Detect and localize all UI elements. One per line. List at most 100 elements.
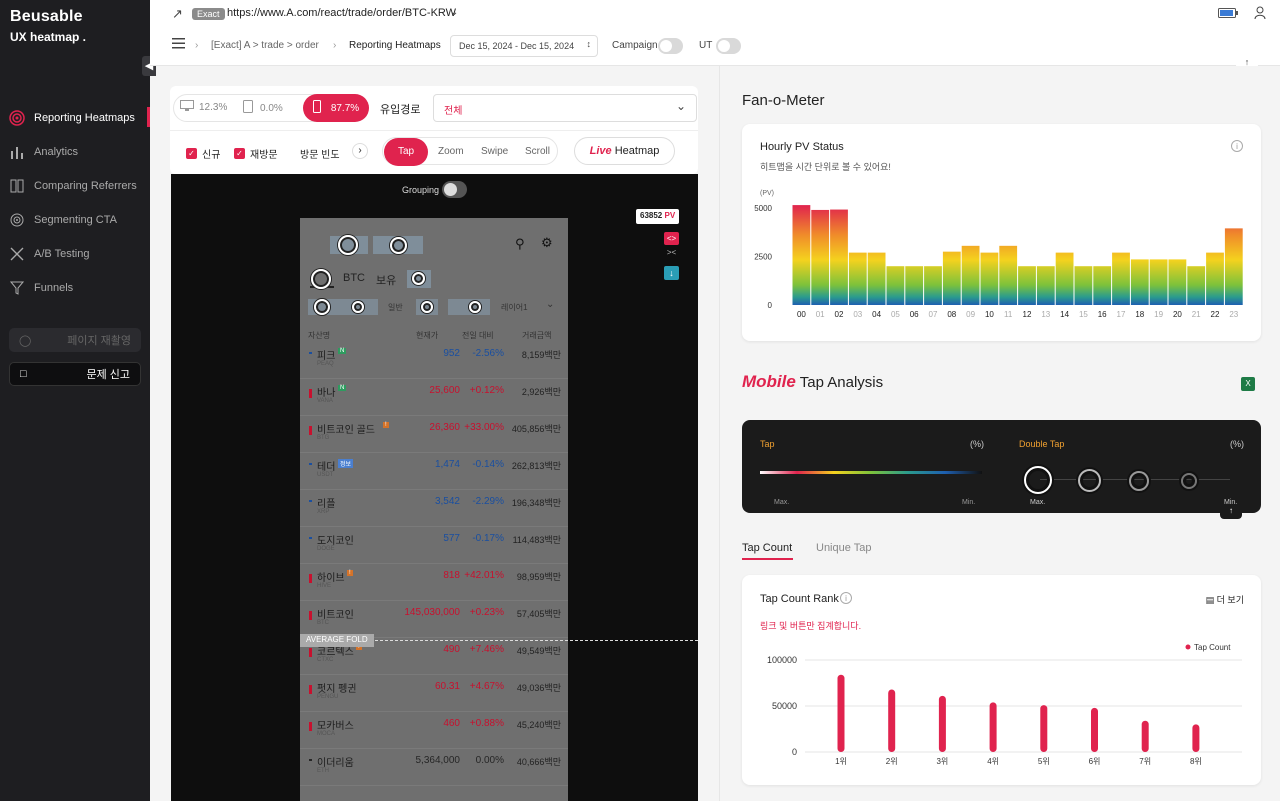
- coin-row[interactable]: 피크 N PEAQ 952 -2.56% 8,159백만: [300, 342, 568, 379]
- x-tick-label: 21: [1192, 310, 1201, 319]
- x-tick-label: 13: [1041, 310, 1050, 319]
- mode-swipe[interactable]: Swipe: [481, 146, 508, 157]
- breadcrumb[interactable]: [Exact] A > trade > order: [211, 40, 319, 51]
- nav-comparing-referrers[interactable]: Comparing Referrers: [8, 175, 150, 197]
- external-link-icon[interactable]: ↗: [172, 6, 183, 22]
- sort-icon: ↕: [586, 39, 592, 49]
- nav-reporting-heatmaps[interactable]: Reporting Heatmaps: [8, 107, 150, 129]
- coin-change: -2.29%: [472, 496, 504, 507]
- min-label: Min.: [962, 499, 976, 506]
- user-icon[interactable]: [1254, 6, 1266, 22]
- coin-row[interactable]: 비트코인 BTC 145,030,000 +0.23% 57,405백만: [300, 601, 568, 638]
- legend-label: Tap Count: [1194, 643, 1231, 652]
- tab-tap-count[interactable]: Tap Count: [742, 542, 792, 554]
- col-price[interactable]: 현재가: [416, 330, 438, 341]
- coin-badge: !: [383, 422, 389, 428]
- excel-export-icon[interactable]: X: [1241, 377, 1255, 391]
- nav-funnels[interactable]: Funnels: [8, 277, 150, 299]
- device-desktop[interactable]: 12.3%: [180, 100, 227, 115]
- x-tick-label: 01: [816, 310, 825, 319]
- ut-toggle[interactable]: [716, 38, 741, 54]
- page-url[interactable]: https://www.A.com/react/trade/order/BTC-…: [227, 7, 456, 19]
- col-asset[interactable]: 자산명: [308, 330, 330, 341]
- live-heatmap-button[interactable]: Live Heatmap: [574, 137, 675, 165]
- chevron-right-icon[interactable]: ›: [352, 143, 368, 159]
- chevron-down-icon[interactable]: ⌄: [450, 7, 458, 18]
- pv-bar: [867, 252, 886, 305]
- x-tick-label: 00: [797, 310, 806, 319]
- coin-name: 바나: [317, 388, 336, 399]
- coin-name: 하이브: [317, 573, 345, 584]
- coin-row[interactable]: 바나 N VANA 25,600 +0.12% 2,926백만: [300, 379, 568, 416]
- coin-row[interactable]: 리플 XRP 3,542 -2.29% 196,348백만: [300, 490, 568, 527]
- max-label: Max.: [774, 499, 790, 506]
- x-tick-label: 17: [1117, 310, 1126, 319]
- returning-visitor-checkbox[interactable]: ✓ 재방문: [234, 146, 278, 161]
- col-volume[interactable]: 거래금액: [522, 330, 551, 341]
- visit-frequency-label[interactable]: 방문 빈도: [300, 146, 340, 161]
- tab-holdings[interactable]: 보유: [376, 272, 396, 288]
- trend-marker: [309, 759, 312, 761]
- match-type-badge: Exact: [192, 8, 225, 20]
- coin-code: PENGU: [317, 694, 339, 700]
- average-fold-label: AVERAGE FOLD: [300, 634, 374, 647]
- subtab-general[interactable]: 일반: [388, 302, 403, 313]
- date-range-picker[interactable]: Dec 15, 2024 - Dec 15, 2024 ↕: [450, 35, 598, 57]
- campaign-toggle[interactable]: [658, 38, 683, 54]
- heatmap-controls: 12.3% 0.0% 87.7% 유입경로 전체 ⌄ ✓ 신규 ✓ 재방문 방문 빈도…: [170, 86, 698, 174]
- coin-name: 리플: [317, 499, 336, 510]
- x-tick-label: 03: [853, 310, 862, 319]
- coin-row[interactable]: 테더 정보 USDT 1,474 -0.14% 262,813백만: [300, 453, 568, 490]
- coin-row[interactable]: 비트코인 골드! BTG 26,360 +33.00% 405,856백만: [300, 416, 568, 453]
- coin-row[interactable]: 이더리움 ETH 5,364,000 0.00% 40,666백만: [300, 749, 568, 786]
- pv-bar: [1093, 266, 1112, 305]
- tap-count-rank-chart[interactable]: 0 50000 100000 Tap Count 1위 2위 3위 4위 5위 6위 7위 8위: [742, 575, 1261, 785]
- new-visitor-checkbox[interactable]: ✓ 신규: [186, 146, 220, 161]
- chevron-down-icon[interactable]: ⌄: [546, 299, 554, 310]
- coin-row[interactable]: 도지코인 DOGE 577 -0.17% 114,483백만: [300, 527, 568, 564]
- nav-analytics[interactable]: Analytics: [8, 141, 150, 163]
- device-mobile[interactable]: 87.7%: [303, 94, 369, 122]
- gear-icon[interactable]: ⚙: [541, 235, 553, 251]
- heatmap-canvas[interactable]: Grouping 63852 PV <> >< ↓ ⚲ ⚙ BTC 보유 일반 …: [171, 174, 698, 801]
- code-icon[interactable]: <>: [664, 232, 679, 245]
- col-change[interactable]: 전일 대비: [462, 330, 494, 341]
- tab-btc[interactable]: BTC: [343, 272, 365, 284]
- tab-unique-tap[interactable]: Unique Tap: [816, 542, 871, 554]
- mode-tap[interactable]: Tap: [384, 138, 428, 166]
- grouping-toggle[interactable]: [442, 181, 467, 198]
- battery-icon: [1218, 8, 1238, 21]
- y-tick-label: 0: [768, 301, 773, 310]
- rank-bar: [989, 702, 997, 752]
- mode-scroll[interactable]: Scroll: [525, 146, 550, 157]
- collapse-up-icon[interactable]: ↑: [1220, 506, 1242, 519]
- coin-price: 25,600: [429, 385, 460, 396]
- subtab-layer1[interactable]: 레이어1: [501, 302, 528, 313]
- min-label: Min.: [1224, 499, 1238, 506]
- coin-volume: 57,405백만: [516, 609, 561, 619]
- search-icon[interactable]: ⚲: [515, 236, 525, 252]
- pv-bar: [1187, 266, 1206, 305]
- device-tablet[interactable]: 0.0%: [243, 100, 283, 116]
- tap-legend-label: Tap: [760, 439, 775, 449]
- coin-price: 490: [443, 644, 460, 655]
- coin-row[interactable]: 모카버스 MOCA 460 +0.88% 45,240백만: [300, 712, 568, 749]
- coin-row[interactable]: 펏지 펭귄 PENGU 60.31 +4.67% 49,036백만: [300, 675, 568, 712]
- check-icon: ✓: [234, 148, 245, 159]
- reshoot-page-button[interactable]: ◯ 페이지 재촬영: [9, 328, 141, 352]
- nav-ab-testing[interactable]: A/B Testing: [8, 243, 150, 265]
- coin-change: +4.67%: [469, 681, 504, 692]
- coin-row[interactable]: 하이브! HIVE 818 +42.01% 98,959백만: [300, 564, 568, 601]
- pv-bar: [1130, 259, 1149, 305]
- hourly-pv-chart[interactable]: 0 2500 5000 00 01 02 03 04 05 06 07 08 09 10 11 12 13 14 1…: [742, 124, 1261, 341]
- report-issue-button[interactable]: □ 문제 신고: [9, 362, 141, 386]
- brand-logo[interactable]: Beusable: [10, 8, 83, 26]
- menu-icon[interactable]: [172, 38, 185, 52]
- coin-price: 60.31: [434, 681, 460, 692]
- nav-segmenting-cta[interactable]: Segmenting CTA: [8, 209, 150, 231]
- source-select[interactable]: 전체 ⌄: [433, 94, 697, 122]
- rank-bar: [938, 695, 946, 752]
- download-icon[interactable]: ↓: [664, 266, 679, 280]
- mode-zoom[interactable]: Zoom: [438, 146, 464, 157]
- collapse-icon[interactable]: ><: [664, 248, 679, 261]
